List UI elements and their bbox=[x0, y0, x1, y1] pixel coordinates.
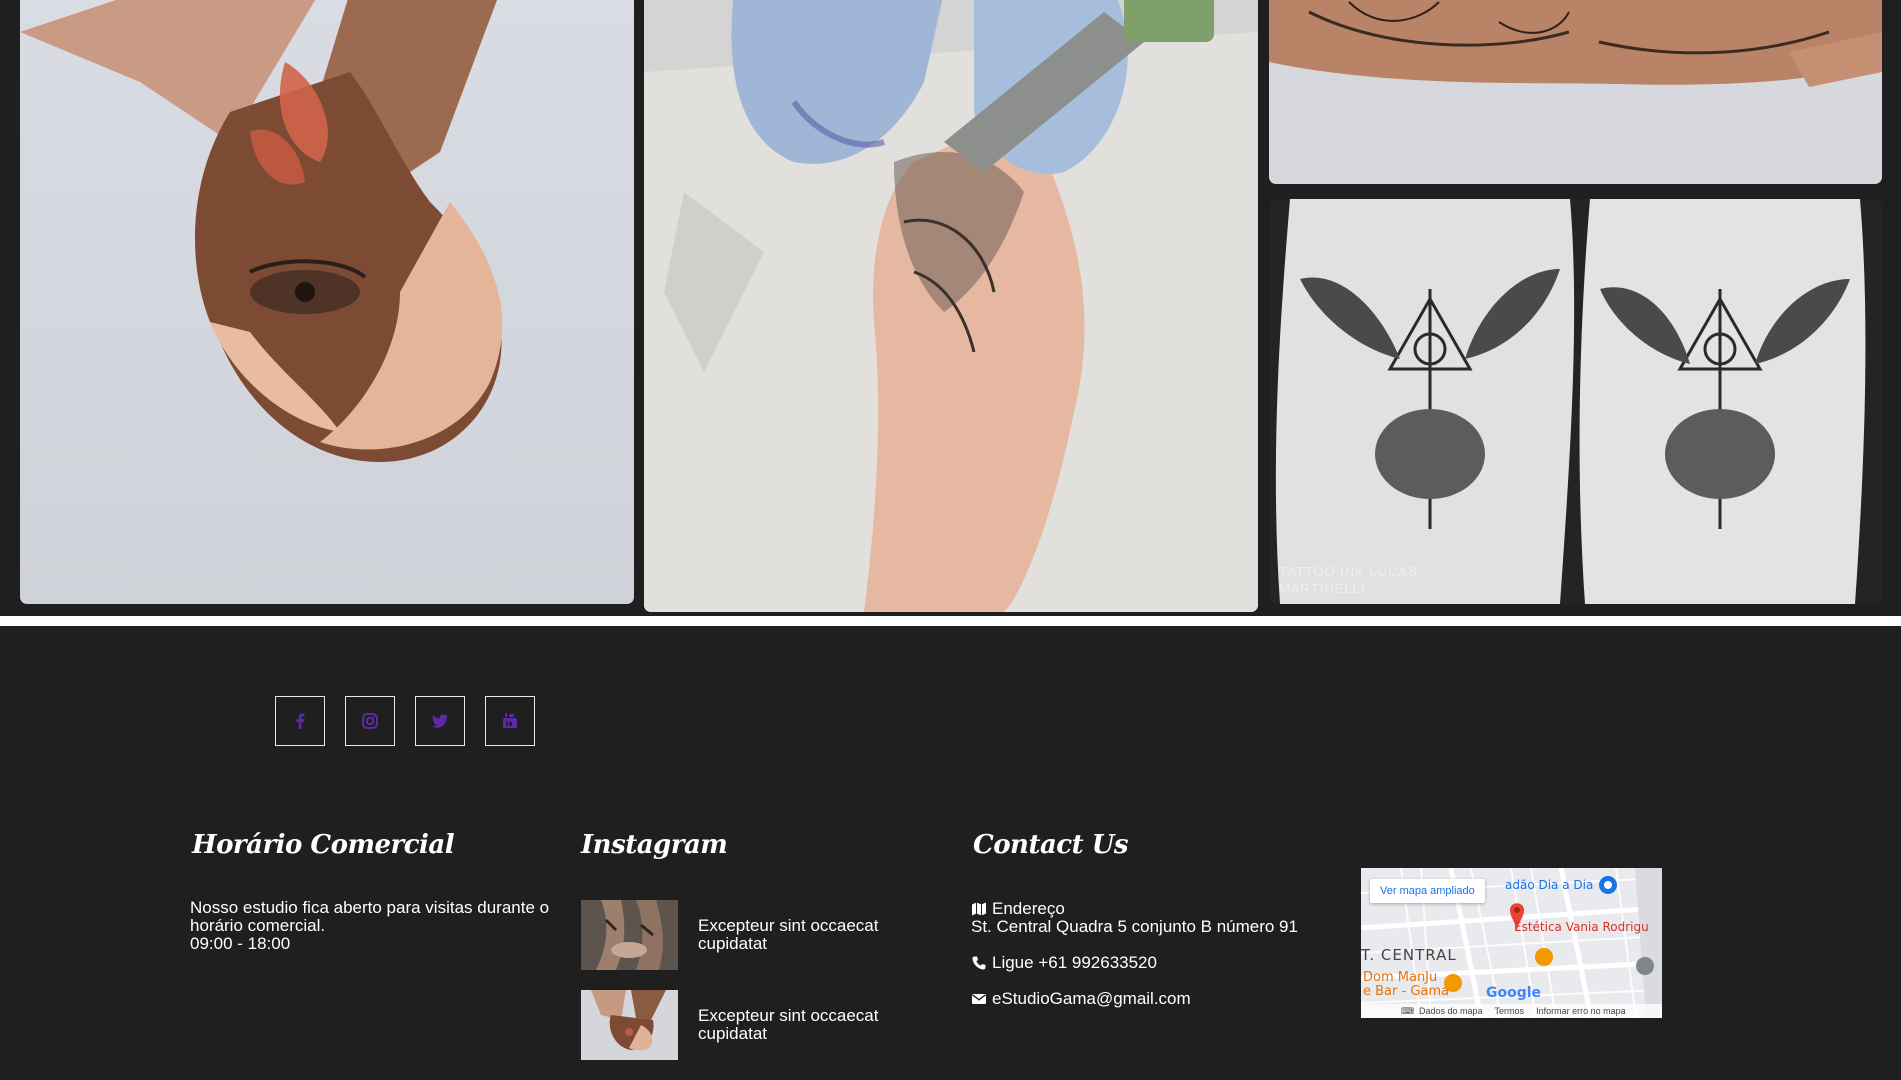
gallery-image-deathly-hallows[interactable]: TATTOO INK LUCAS MARTINELLI bbox=[1270, 199, 1882, 604]
phone-text[interactable]: Ligue +61 992633520 bbox=[992, 954, 1157, 972]
keyboard-icon[interactable]: ⌨ bbox=[1401, 1004, 1414, 1018]
address-label: Endereço bbox=[992, 899, 1065, 918]
location-map[interactable]: Ver mapa ampliado adão Dia a Dia Estétic… bbox=[1361, 868, 1662, 1018]
map-data-link[interactable]: Dados do mapa bbox=[1419, 1004, 1483, 1018]
email-text[interactable]: eStudioGama@gmail.com bbox=[992, 990, 1191, 1008]
instagram-post[interactable]: Excepteur sint occaecat cupidatat bbox=[581, 990, 898, 1060]
facebook-button[interactable] bbox=[275, 696, 325, 746]
address-text: St. Central Quadra 5 conjunto B número 9… bbox=[971, 917, 1298, 936]
instagram-icon bbox=[362, 713, 378, 729]
contact-title: Contact Us bbox=[973, 830, 1129, 860]
facebook-icon bbox=[296, 713, 305, 729]
business-hours: Nosso estudio fica aberto para visitas d… bbox=[190, 899, 550, 953]
hours-time: 09:00 - 18:00 bbox=[190, 934, 291, 953]
google-logo: Google bbox=[1486, 985, 1542, 1001]
gallery-watermark: TATTOO INK LUCAS MARTINELLI bbox=[1279, 564, 1418, 596]
map-terms-link[interactable]: Termos bbox=[1495, 1004, 1525, 1018]
map-report-link[interactable]: Informar erro no mapa bbox=[1536, 1004, 1626, 1018]
instagram-caption[interactable]: Excepteur sint occaecat cupidatat bbox=[698, 917, 898, 953]
map-label-place: Estética Vania Rodrigu bbox=[1514, 920, 1649, 934]
youtube-button[interactable] bbox=[485, 696, 535, 746]
section-divider bbox=[0, 616, 1901, 626]
gallery-image-hand-tattoo[interactable] bbox=[1269, 0, 1882, 184]
instagram-title: Instagram bbox=[581, 830, 728, 860]
youtube-icon bbox=[503, 713, 517, 728]
instagram-thumbnail[interactable] bbox=[581, 900, 678, 970]
gallery-image-clasped-hands[interactable] bbox=[20, 0, 634, 604]
twitter-icon bbox=[431, 714, 448, 728]
twitter-button[interactable] bbox=[415, 696, 465, 746]
map-footer: ⌨ Dados do mapa Termos Informar erro no … bbox=[1361, 1004, 1662, 1018]
gallery-image-tattooing-forearm[interactable] bbox=[644, 0, 1258, 612]
instagram-post[interactable]: Excepteur sint occaecat cupidatat bbox=[581, 900, 898, 970]
contact-email[interactable]: eStudioGama@gmail.com bbox=[971, 990, 1298, 1008]
map-label-restaurant: Dom ManJu e Bar - Gama bbox=[1363, 970, 1449, 999]
contact-address: Endereço St. Central Quadra 5 conjunto B… bbox=[971, 900, 1298, 936]
social-links bbox=[275, 696, 535, 746]
contact-phone[interactable]: Ligue +61 992633520 bbox=[971, 954, 1298, 972]
instagram-button[interactable] bbox=[345, 696, 395, 746]
instagram-caption[interactable]: Excepteur sint occaecat cupidatat bbox=[698, 1007, 898, 1043]
tattoo-gallery: TATTOO INK LUCAS MARTINELLI bbox=[0, 0, 1901, 620]
map-enlarge-link[interactable]: Ver mapa ampliado bbox=[1370, 879, 1485, 903]
map-icon bbox=[971, 900, 989, 918]
instagram-thumbnail[interactable] bbox=[581, 990, 678, 1060]
map-label-district: T. CENTRAL bbox=[1361, 946, 1457, 964]
envelope-icon bbox=[971, 990, 989, 1008]
map-label-market: adão Dia a Dia bbox=[1505, 878, 1594, 892]
hours-title: Horário Comercial bbox=[192, 830, 455, 860]
phone-icon bbox=[971, 954, 989, 972]
contact-info: Endereço St. Central Quadra 5 conjunto B… bbox=[971, 900, 1298, 1008]
hours-description: Nosso estudio fica aberto para visitas d… bbox=[190, 898, 550, 935]
